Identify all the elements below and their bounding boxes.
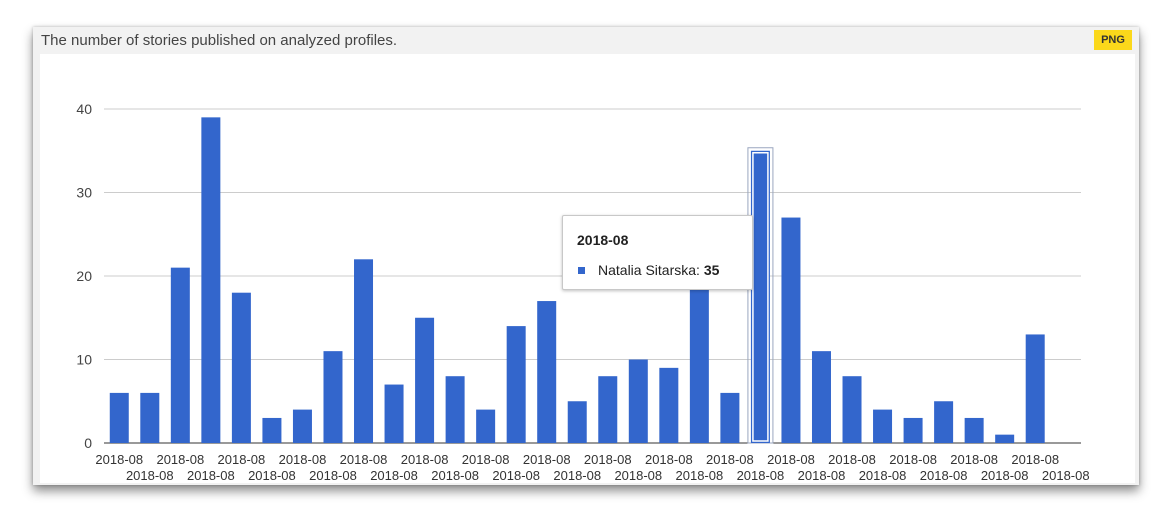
x-tick-label: 2018-08 — [950, 452, 998, 467]
bar[interactable] — [201, 117, 221, 443]
y-tick-label: 10 — [76, 352, 92, 368]
bar[interactable] — [934, 401, 954, 443]
x-tick-label: 2018-08 — [401, 452, 449, 467]
x-tick-label: 2018-08 — [706, 452, 754, 467]
bar[interactable] — [689, 284, 709, 443]
x-tick-label: 2018-08 — [187, 468, 235, 483]
x-tick-label: 2018-08 — [309, 468, 357, 483]
bar[interactable] — [323, 351, 343, 443]
bar[interactable] — [873, 409, 893, 443]
bar[interactable] — [537, 301, 557, 443]
x-tick-label: 2018-08 — [798, 468, 846, 483]
bar[interactable] — [598, 376, 618, 443]
bar[interactable] — [995, 434, 1015, 443]
bar[interactable] — [415, 317, 435, 443]
y-tick-label: 40 — [76, 101, 92, 117]
x-tick-label: 2018-08 — [553, 468, 601, 483]
x-tick-label: 2018-08 — [1042, 468, 1090, 483]
png-export-button[interactable]: PNG — [1094, 30, 1132, 50]
tooltip-value: 35 — [703, 262, 720, 278]
x-tick-label: 2018-08 — [523, 452, 571, 467]
tooltip-row: Natalia Sitarska: 35 — [598, 262, 720, 278]
x-tick-label: 2018-08 — [340, 452, 388, 467]
x-tick-label: 2018-08 — [828, 452, 876, 467]
x-tick-label: 2018-08 — [737, 468, 785, 483]
chart-panel: The number of stories published on analy… — [33, 27, 1139, 485]
x-tick-label: 2018-08 — [676, 468, 724, 483]
bar[interactable] — [964, 417, 984, 443]
x-tick-label: 2018-08 — [248, 468, 296, 483]
bar[interactable] — [750, 150, 770, 443]
y-tick-label: 30 — [76, 185, 92, 201]
bar[interactable] — [292, 409, 312, 443]
bar[interactable] — [384, 384, 404, 443]
bar[interactable] — [476, 409, 496, 443]
bar[interactable] — [354, 259, 374, 443]
y-tick-label: 20 — [76, 268, 92, 284]
bar[interactable] — [262, 417, 282, 443]
bar[interactable] — [720, 392, 740, 443]
bar[interactable] — [659, 367, 679, 443]
bar[interactable] — [811, 351, 831, 443]
x-tick-label: 2018-08 — [431, 468, 479, 483]
tooltip-legend-swatch — [578, 267, 585, 274]
x-tick-label: 2018-08 — [645, 452, 693, 467]
x-tick-label: 2018-08 — [218, 452, 266, 467]
bar[interactable] — [170, 267, 190, 443]
bar[interactable] — [903, 417, 923, 443]
x-tick-label: 2018-08 — [95, 452, 143, 467]
x-tick-label: 2018-08 — [1011, 452, 1059, 467]
tooltip-title: 2018-08 — [577, 232, 629, 248]
x-tick-label: 2018-08 — [370, 468, 418, 483]
x-tick-label: 2018-08 — [492, 468, 540, 483]
x-tick-label: 2018-08 — [981, 468, 1029, 483]
x-tick-label: 2018-08 — [920, 468, 968, 483]
bar[interactable] — [140, 392, 160, 443]
bar[interactable] — [567, 401, 587, 443]
x-tick-label: 2018-08 — [279, 452, 327, 467]
x-tick-label: 2018-08 — [156, 452, 204, 467]
bar[interactable] — [1025, 334, 1045, 443]
bar[interactable] — [628, 359, 648, 444]
x-tick-label: 2018-08 — [767, 452, 815, 467]
bar[interactable] — [506, 326, 526, 443]
bar[interactable] — [231, 292, 251, 443]
tooltip-series-name: Natalia Sitarska — [598, 262, 697, 278]
x-tick-label: 2018-08 — [889, 452, 937, 467]
x-tick-label: 2018-08 — [859, 468, 907, 483]
bar[interactable] — [781, 217, 801, 443]
bar[interactable] — [109, 392, 129, 443]
x-tick-label: 2018-08 — [614, 468, 662, 483]
x-tick-label: 2018-08 — [584, 452, 632, 467]
bar[interactable] — [445, 376, 465, 443]
chart-area: 0 10 20 30 40 2018-08 2018-08 2018-08 2018-08 201… — [40, 54, 1135, 483]
bar[interactable] — [842, 376, 862, 443]
x-tick-label: 2018-08 — [462, 452, 510, 467]
x-tick-label: 2018-08 — [126, 468, 174, 483]
tooltip: 2018-08 Natalia Sitarska: 35 — [562, 215, 753, 290]
y-tick-label: 0 — [84, 435, 92, 451]
chart-title: The number of stories published on analy… — [41, 32, 398, 49]
